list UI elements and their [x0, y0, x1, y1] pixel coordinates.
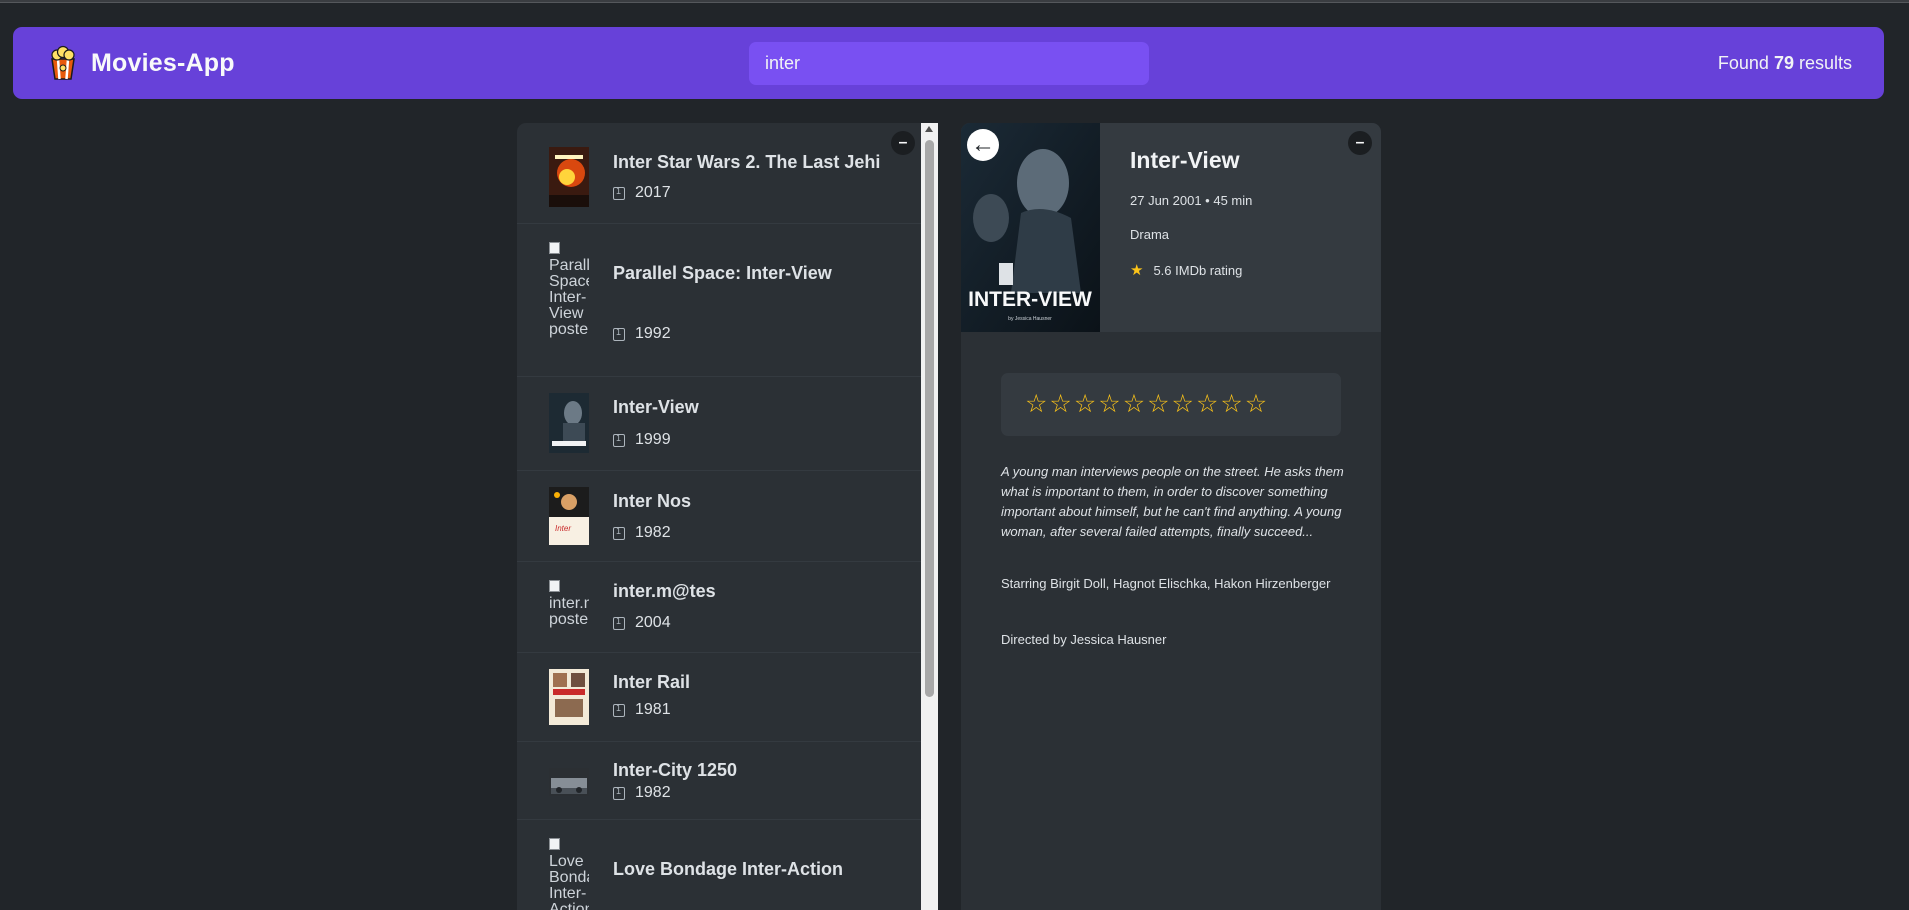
browser-top-strip	[0, 0, 1909, 3]
results-number: 79	[1773, 52, 1794, 73]
star-icon: ★	[1130, 262, 1144, 279]
details-plot: A young man interviews people on the str…	[1001, 464, 1344, 539]
movie-year: 2004	[613, 614, 671, 632]
movie-title: Inter Nos	[613, 491, 692, 511]
scroll-up-arrow-icon[interactable]	[925, 126, 933, 132]
calendar-icon	[613, 786, 625, 800]
movie-list-box: – Inter Star Wars 2. The Last Jehi 2017 …	[517, 123, 922, 910]
movie-year: 1999	[613, 431, 671, 449]
details-starring: Starring Birgit Doll, Hagnot Elischka, H…	[1001, 576, 1331, 591]
search-input[interactable]	[749, 42, 1149, 85]
rating-star-icon-3[interactable]: ☆	[1074, 392, 1096, 417]
movie-year: 1981	[613, 701, 671, 719]
list-collapse-button[interactable]: –	[891, 131, 915, 155]
movie-poster	[549, 147, 589, 207]
list-item[interactable]: Love Bondage Inter-Action poster Love Bo…	[517, 820, 922, 910]
poster-alt-text: Parallel Space: Inter-View poster	[549, 257, 589, 338]
list-item[interactable]: inter.m@tes poster inter.m@tes 2004	[517, 562, 922, 653]
results-prefix: Found	[1717, 52, 1769, 73]
broken-image-icon	[549, 580, 560, 592]
rating-star-icon-9[interactable]: ☆	[1220, 392, 1242, 417]
movie-poster-broken: Parallel Space: Inter-View poster	[549, 240, 589, 362]
list-item[interactable]: Inter-City 1250 1982	[517, 742, 922, 820]
details-director: Directed by Jessica Hausner	[1001, 632, 1167, 647]
movie-poster: Inter	[549, 487, 589, 545]
poster-alt-text: Love Bondage Inter-Action poster	[549, 853, 589, 910]
movie-poster	[549, 768, 589, 796]
movie-poster	[549, 393, 589, 453]
svg-text:Inter: Inter	[555, 524, 571, 533]
rating-star-icon-10[interactable]: ☆	[1245, 392, 1267, 417]
logo: Movies-App	[47, 45, 235, 81]
list-item[interactable]: Inter Inter Nos 1982	[517, 471, 922, 562]
rating-star-icon-7[interactable]: ☆	[1172, 392, 1194, 417]
movie-details-box: – INTER-VIEW by Jessica Hausner ← Inter-…	[961, 123, 1381, 910]
movie-title: Inter-City 1250	[613, 760, 738, 780]
app-title: Movies-App	[91, 48, 235, 77]
movie-year-text: 1999	[635, 431, 671, 448]
movie-year-text: 2017	[635, 184, 671, 201]
movie-title: Inter Star Wars 2. The Last Jehi	[613, 152, 881, 172]
list-scrollbar[interactable]	[921, 123, 938, 910]
movie-title: Parallel Space: Inter-View	[613, 263, 832, 283]
rating-star-icon-6[interactable]: ☆	[1147, 392, 1169, 417]
movie-title: Love Bondage Inter-Action	[613, 859, 844, 879]
rating-star-icon-2[interactable]: ☆	[1049, 392, 1071, 417]
poster-title-text: INTER-VIEW	[968, 288, 1092, 311]
movie-year: 1992	[613, 325, 671, 343]
movie-year-text: 2004	[635, 614, 671, 631]
list-item[interactable]: Inter Rail 1981	[517, 653, 922, 742]
movie-year: 1982	[613, 784, 671, 802]
popcorn-icon	[51, 45, 75, 80]
poster-alt-text: inter.m@tes poster	[549, 595, 589, 628]
navbar: Movies-App Found 79 results	[13, 27, 1884, 99]
rating-star-icon-5[interactable]: ☆	[1123, 392, 1145, 417]
movie-title: inter.m@tes	[613, 581, 716, 601]
poster-subtext: by Jessica Hausner	[1008, 316, 1052, 322]
movie-poster-broken: inter.m@tes poster	[549, 578, 589, 636]
results-count: Found 79 results	[1718, 53, 1852, 74]
calendar-icon	[613, 526, 625, 540]
rating-star-icon-1[interactable]: ☆	[1025, 392, 1047, 417]
details-header: INTER-VIEW by Jessica Hausner ← Inter-Vi…	[961, 123, 1381, 332]
movie-poster	[549, 669, 589, 725]
broken-image-icon	[549, 838, 560, 850]
calendar-icon	[613, 616, 625, 630]
movie-poster-broken: Love Bondage Inter-Action poster	[549, 836, 589, 910]
rating-star-icon-8[interactable]: ☆	[1196, 392, 1218, 417]
movie-year-text: 1992	[635, 325, 671, 342]
back-button[interactable]: ←	[967, 129, 999, 161]
results-suffix: results	[1798, 52, 1852, 73]
list-item[interactable]: Parallel Space: Inter-View poster Parall…	[517, 224, 922, 377]
movie-year: 1982	[613, 524, 671, 542]
movie-title: Inter-View	[613, 397, 699, 417]
list-item[interactable]: Inter-View 1999	[517, 377, 922, 471]
details-collapse-button[interactable]: –	[1348, 131, 1372, 155]
user-rating-panel: ☆ ☆ ☆ ☆ ☆ ☆ ☆ ☆ ☆ ☆	[1001, 373, 1341, 436]
movie-title: Inter Rail	[613, 672, 691, 692]
calendar-icon	[613, 433, 625, 447]
rating-star-icon-4[interactable]: ☆	[1098, 392, 1120, 417]
details-genre: Drama	[1130, 227, 1170, 242]
movie-year-text: 1982	[635, 784, 671, 801]
broken-image-icon	[549, 242, 560, 254]
scroll-thumb[interactable]	[925, 140, 934, 697]
calendar-icon	[613, 327, 625, 341]
details-title: Inter-View	[1130, 147, 1240, 173]
details-imdb-rating: ★ 5.6 IMDb rating	[1130, 261, 1242, 279]
calendar-icon	[613, 703, 625, 717]
movie-year-text: 1982	[635, 524, 671, 541]
details-release-runtime: 27 Jun 2001 • 45 min	[1130, 193, 1253, 208]
list-item[interactable]: Inter Star Wars 2. The Last Jehi 2017	[517, 123, 922, 224]
calendar-icon	[613, 186, 625, 200]
movie-year: 2017	[613, 184, 671, 202]
imdb-rating-text: 5.6 IMDb rating	[1153, 262, 1243, 278]
movie-year-text: 1981	[635, 701, 671, 718]
